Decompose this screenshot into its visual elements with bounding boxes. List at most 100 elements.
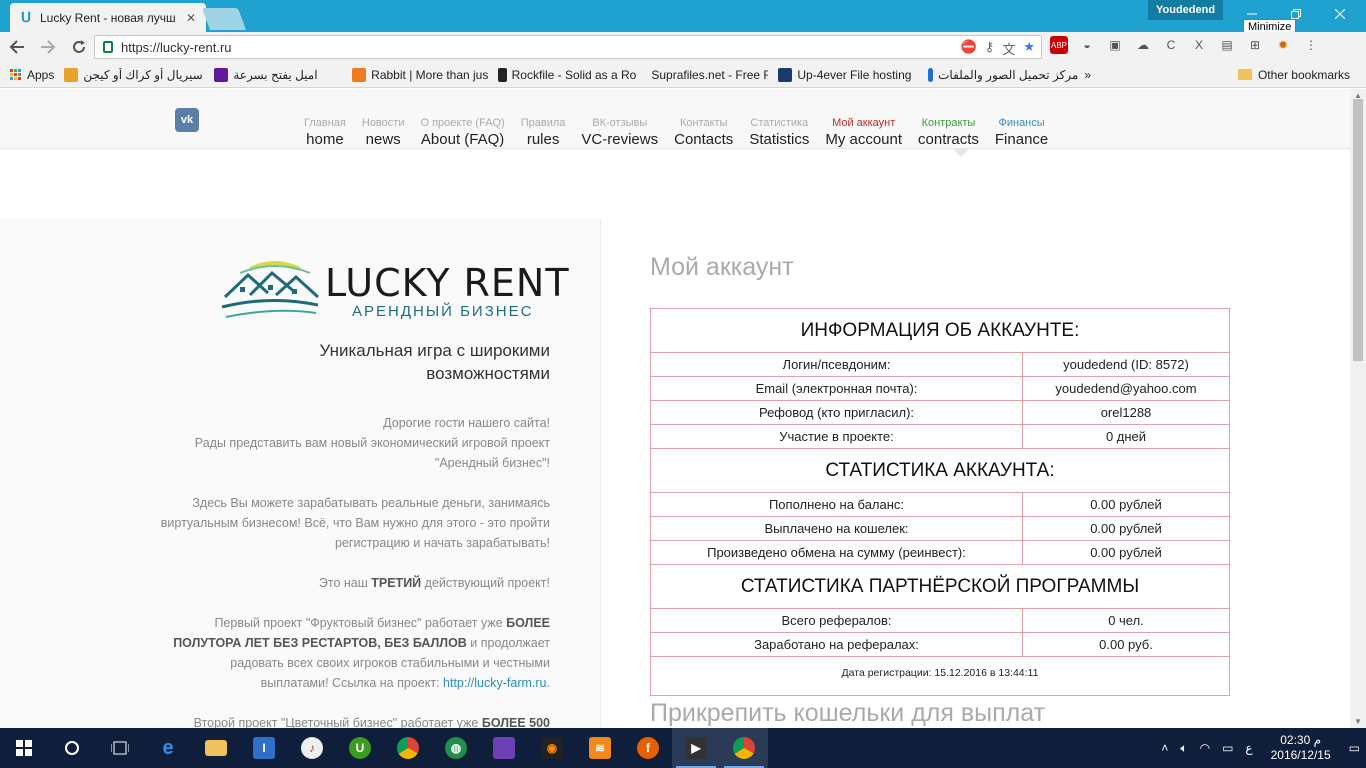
nav-my-account[interactable]: Мой аккаунт My account	[817, 117, 910, 148]
row-label: Email (электронная почта):	[651, 377, 1023, 400]
row-label: Логин/псевдоним:	[651, 353, 1023, 376]
taskbar-chrome-2[interactable]	[720, 728, 768, 768]
intro-paragraph: Это наш ТРЕТИЙ действующий проект!	[318, 576, 550, 590]
nav-home[interactable]: Главная home	[296, 117, 354, 148]
nav-finance[interactable]: Финансы Finance	[987, 117, 1056, 148]
bookmark-apps[interactable]: Apps	[10, 68, 54, 82]
bookmark-item[interactable]: Rabbit | More than jus	[352, 67, 488, 82]
notifications-icon[interactable]: ▭	[1349, 741, 1360, 755]
other-bookmarks-label: Other bookmarks	[1257, 67, 1350, 82]
nav-contacts[interactable]: Контакты Contacts	[666, 117, 741, 148]
gear-extension-icon[interactable]: ✹	[1274, 36, 1292, 54]
new-tab-button[interactable]	[201, 8, 247, 30]
taskbar-firefox[interactable]: f	[624, 728, 672, 768]
bookmarks-overflow-button[interactable]: »	[1084, 68, 1091, 82]
taskbar-utorrent[interactable]: U	[336, 728, 384, 768]
url-text[interactable]: https://lucky-rent.ru	[121, 40, 232, 55]
nav-en-label: About (FAQ)	[420, 131, 505, 148]
taskbar-itunes[interactable]: ♪	[288, 728, 336, 768]
nav-rules[interactable]: Правила rules	[513, 117, 574, 148]
search-button[interactable]	[48, 728, 96, 768]
cloud-extension-icon[interactable]: ☁	[1134, 36, 1152, 54]
scroll-down-icon[interactable]: ▼	[1354, 717, 1362, 726]
volume-icon[interactable]: 🔈︎	[1180, 741, 1187, 756]
lucky-farm-link[interactable]: http://lucky-farm.ru.	[443, 676, 550, 690]
bookmarks-bar: Apps سيريال أو كراك أو كيجن اميل يفتح بس…	[0, 62, 1366, 88]
close-icon	[1335, 9, 1345, 19]
intro-paragraph: Здесь Вы можете зарабатывать реальные де…	[160, 496, 550, 550]
adblock-plus-icon[interactable]: ABP	[1050, 36, 1068, 54]
taskbar-edge[interactable]: e	[144, 728, 192, 768]
back-button[interactable]	[3, 33, 31, 61]
taskbar-chrome-1[interactable]	[384, 728, 432, 768]
row-label: Участие в проекте:	[651, 425, 1023, 448]
bookmark-item[interactable]: Up-4ever File hosting	[778, 67, 918, 82]
address-bar[interactable]: https://lucky-rent.ru ⛔ ⚷ 文 ★	[94, 35, 1042, 59]
translate-icon[interactable]: 文	[1002, 39, 1015, 58]
nav-en-label: Finance	[994, 131, 1049, 148]
intro-text: Дорогие гости нашего сайта! Рады представ…	[160, 413, 550, 728]
start-button[interactable]	[0, 728, 48, 768]
nav-contracts[interactable]: Контракты contracts	[910, 117, 987, 148]
reload-button[interactable]	[65, 33, 93, 61]
clock-date: 2016/12/15	[1270, 748, 1331, 762]
taskbar-app-i[interactable]: I	[240, 728, 288, 768]
camera-icon[interactable]: ▣	[1106, 36, 1124, 54]
lock-extension-icon[interactable]: ⊞	[1246, 36, 1264, 54]
nav-news[interactable]: Новости news	[354, 117, 413, 148]
profile-button[interactable]: Youdedend	[1148, 0, 1224, 20]
active-nav-caret	[953, 149, 969, 157]
popup-blocked-icon[interactable]: ⛔	[961, 39, 977, 58]
bookmark-label: Apps	[27, 67, 55, 82]
cortana-circle-icon	[65, 741, 79, 755]
c-extension-icon[interactable]: C	[1162, 36, 1180, 54]
taskbar-wifi-app[interactable]: ≋	[576, 728, 624, 768]
network-icon[interactable]: ◠	[1200, 741, 1210, 755]
tab-lucky-rent[interactable]: ᑌ Lucky Rent - новая лучш ✕	[10, 3, 206, 32]
bookmark-star-icon[interactable]: ★	[1023, 39, 1035, 58]
section-heading: СТАТИСТИКА АККАУНТА:	[651, 449, 1229, 493]
logo-subtitle: АРЕНДНЫЙ БИЗНЕС	[352, 303, 534, 320]
chrome-menu-icon[interactable]: ⋮	[1302, 36, 1320, 54]
browser-toolbar: https://lucky-rent.ru ⛔ ⚷ 文 ★ ABP ◒ ▣ ☁ …	[0, 32, 1366, 62]
bookmark-item[interactable]: سيريال أو كراك أو كيجن	[64, 67, 204, 82]
film-extension-icon[interactable]: ▤	[1218, 36, 1236, 54]
utorrent-icon: U	[349, 737, 371, 759]
taskbar-app-orange[interactable]: ◉	[528, 728, 576, 768]
taskbar-folder-app[interactable]	[480, 728, 528, 768]
table-row: Логин/псевдоним: youdedend (ID: 8572)	[651, 353, 1229, 377]
nav-vc-reviews[interactable]: ВК-отзывы VC-reviews	[573, 117, 666, 148]
row-value: 0.00 руб.	[1099, 637, 1153, 652]
tab-close-icon[interactable]: ✕	[184, 11, 198, 25]
flame-icon	[64, 67, 79, 82]
scrollbar-thumb[interactable]	[1353, 99, 1363, 361]
nav-statistics[interactable]: Статистика Statistics	[741, 117, 817, 148]
up4ever-icon	[778, 67, 793, 82]
column-divider	[600, 219, 601, 728]
nav-about[interactable]: О проекте (FAQ) About (FAQ)	[412, 117, 512, 148]
bookmark-item[interactable]: Rockfile - Solid as a Ro	[498, 67, 636, 82]
clock[interactable]: 02:30 م 2016/12/15	[1271, 733, 1331, 763]
keyboard-language[interactable]: ع	[1245, 741, 1252, 755]
task-view-button[interactable]	[96, 728, 144, 768]
taskbar-file-explorer[interactable]	[192, 728, 240, 768]
battery-icon[interactable]: ▭	[1222, 741, 1233, 755]
rainbow-extension-icon[interactable]: ◒	[1078, 36, 1096, 54]
taskbar-media-app[interactable]: ▶	[672, 728, 720, 768]
bookmark-item[interactable]: اميل يفتح بسرعة	[214, 67, 342, 82]
bookmark-item[interactable]: Suprafiles.net - Free F	[646, 68, 768, 82]
page-scrollbar[interactable]: ▲ ▼	[1350, 89, 1366, 728]
forward-button[interactable]	[34, 33, 62, 61]
windows-logo-icon	[16, 740, 32, 756]
close-window-button[interactable]	[1318, 0, 1362, 28]
vk-icon[interactable]: vk	[175, 108, 199, 132]
tray-chevron-up-icon[interactable]: ˄	[1161, 741, 1168, 755]
chrome-icon	[733, 737, 755, 759]
x-extension-icon[interactable]: X	[1190, 36, 1208, 54]
nav-ru-label: Контакты	[679, 117, 728, 129]
taskbar-globe-app[interactable]: ◍	[432, 728, 480, 768]
other-bookmarks[interactable]: Other bookmarks	[1237, 67, 1350, 82]
bookmark-item[interactable]: مركز تحميل الصور والملفات	[928, 67, 1078, 82]
restore-icon	[1291, 9, 1301, 19]
key-icon[interactable]: ⚷	[985, 39, 995, 58]
